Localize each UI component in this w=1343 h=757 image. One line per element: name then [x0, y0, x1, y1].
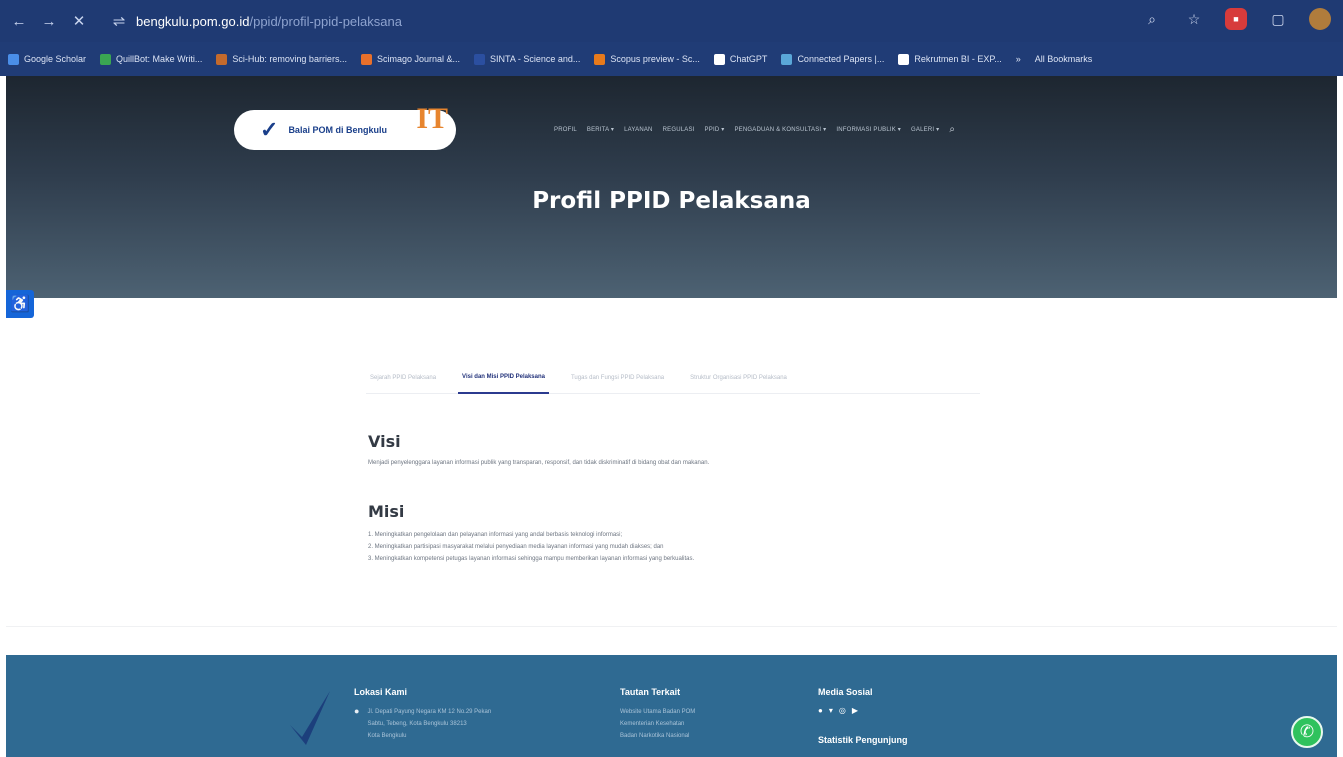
bookmark-favicon-icon: [594, 53, 606, 65]
facebook-icon[interactable]: ●: [818, 706, 823, 715]
bookmark-label: Google Scholar: [24, 54, 87, 64]
misi-title: Misi: [368, 502, 405, 521]
whatsapp-icon[interactable]: ✆: [1291, 716, 1323, 748]
footer-address-line: Sabtu, Tebeng, Kota Bengkulu 38213: [367, 721, 467, 727]
location-pin-icon: ●: [354, 706, 360, 716]
footer-location-title: Lokasi Kami: [354, 687, 408, 697]
bookmark-label: Scimago Journal &...: [376, 54, 460, 64]
profile-avatar[interactable]: [1309, 8, 1331, 30]
bookmark-item[interactable]: Connected Papers |...: [777, 53, 888, 65]
nav-item-profil[interactable]: PROFIL: [554, 127, 577, 133]
bookmark-favicon-icon: [474, 53, 485, 65]
footer-location: Lokasi Kami ● Jl. Depati Payung Negara K…: [354, 687, 491, 742]
bookmark-item[interactable]: All Bookmarks: [1031, 54, 1097, 64]
accessibility-icon[interactable]: ♿: [6, 290, 34, 318]
footer-visitor-title: Statistik Pengunjung: [818, 735, 908, 745]
bookmark-item[interactable]: Scimago Journal &...: [357, 53, 464, 65]
footer-logo-icon: [290, 691, 330, 745]
nav-item-galeri[interactable]: GALERI ▾: [911, 126, 939, 133]
site-header: ✓ Balai POM di Bengkulu IT PROFIL BERITA…: [6, 76, 1337, 298]
nav-item-informasi-publik[interactable]: INFORMASI PUBLIK ▾: [836, 126, 901, 133]
bookmark-label: Scopus preview - Sc...: [610, 54, 700, 64]
instagram-icon[interactable]: ◎: [839, 706, 846, 715]
bookmark-label: Connected Papers |...: [797, 54, 885, 64]
profile-tabs: Sejarah PPID Pelaksana Visi dan Misi PPI…: [366, 362, 980, 394]
bookmark-label: SINTA - Science and...: [490, 54, 581, 64]
logo-text: Balai POM di Bengkulu: [288, 125, 387, 135]
twitter-icon[interactable]: ▾: [829, 706, 833, 715]
footer-social: Media Sosial ● ▾ ◎ ▶ Statistik Pengunjun…: [818, 687, 908, 754]
star-icon[interactable]: ☆: [1183, 8, 1205, 30]
tab-content: Visi Menjadi penyelenggara layanan infor…: [368, 432, 988, 565]
bookmark-favicon-icon: [360, 53, 372, 65]
nav-item-layanan[interactable]: LAYANAN: [624, 127, 653, 133]
nav-item-regulasi[interactable]: REGULASI: [663, 127, 695, 133]
nav-item-berita[interactable]: BERITA ▾: [587, 126, 614, 133]
footer-link[interactable]: Kementerian Kesehatan: [620, 718, 695, 730]
bookmark-label: QuillBot: Make Writi...: [116, 54, 203, 64]
tab-sejarah[interactable]: Sejarah PPID Pelaksana: [366, 362, 440, 394]
site-settings-icon[interactable]: ⇌: [108, 10, 130, 32]
bookmark-favicon-icon: [898, 53, 910, 65]
bookmark-favicon-icon: [713, 53, 725, 65]
youtube-icon[interactable]: ▶: [852, 706, 858, 715]
main-nav: PROFIL BERITA ▾ LAYANAN REGULASI PPID ▾ …: [554, 124, 955, 135]
footer-address-line: Jl. Depati Payung Negara KM 12 No.29 Pek…: [367, 709, 492, 715]
site-logo[interactable]: ✓ Balai POM di Bengkulu IT: [234, 102, 456, 150]
url-path: /ppid/profil-ppid-pelaksana: [249, 13, 402, 29]
footer-link[interactable]: Website Utama Badan POM: [620, 706, 695, 718]
bookmark-item[interactable]: Google Scholar: [4, 53, 90, 65]
url-host: bengkulu.pom.go.id: [136, 13, 250, 29]
bookmark-item[interactable]: SINTA - Science and...: [470, 53, 584, 65]
bookmark-favicon-icon: [781, 53, 793, 65]
bookmark-item[interactable]: ChatGPT: [710, 53, 772, 65]
footer-links-title: Tautan Terkait: [620, 687, 681, 697]
bookmarks-bar: Google Scholar QuillBot: Make Writi... Sci…: [0, 42, 1343, 76]
zoom-icon[interactable]: ⌕: [1141, 8, 1163, 30]
tab-visi-misi[interactable]: Visi dan Misi PPID Pelaksana: [458, 362, 549, 394]
back-icon[interactable]: ←: [8, 10, 30, 32]
misi-list: 1. Meningkatkan pengelolaan dan pelayana…: [368, 529, 988, 565]
search-icon[interactable]: ⌕: [949, 124, 955, 135]
tab-struktur-organisasi[interactable]: Struktur Organisasi PPID Pelaksana: [686, 362, 791, 394]
browser-toolbar: ← → ✕ ⇌ bengkulu.pom.go.id /ppid/profil-…: [0, 0, 1343, 42]
divider: [6, 626, 1337, 627]
list-item: 1. Meningkatkan pengelolaan dan pelayana…: [368, 532, 623, 538]
bookmark-item[interactable]: Scopus preview - Sc...: [590, 53, 704, 65]
extensions-puzzle-icon[interactable]: ▢: [1267, 8, 1289, 30]
list-item: 2. Meningkatkan partisipasi masyarakat m…: [368, 544, 664, 550]
bookmark-favicon-icon: [8, 53, 19, 65]
logo-badge-icon: IT: [416, 102, 448, 135]
bookmark-label: All Bookmarks: [1034, 54, 1093, 64]
visi-title: Visi: [368, 432, 401, 451]
visi-text: Menjadi penyelenggara layanan informasi …: [368, 460, 710, 466]
bookmark-label: Rekrutmen BI - EXP...: [914, 54, 1002, 64]
bookmark-item[interactable]: »: [1012, 54, 1025, 64]
site-footer: Lokasi Kami ● Jl. Depati Payung Negara K…: [6, 655, 1337, 757]
bookmark-label: Sci-Hub: removing barriers...: [232, 54, 347, 64]
bookmark-item[interactable]: Rekrutmen BI - EXP...: [894, 53, 1005, 65]
nav-item-pengaduan[interactable]: PENGADUAN & KONSULTASI ▾: [734, 126, 826, 133]
address-bar[interactable]: ⇌ bengkulu.pom.go.id /ppid/profil-ppid-p…: [108, 8, 402, 34]
tab-tugas-fungsi[interactable]: Tugas dan Fungsi PPID Pelaksana: [567, 362, 668, 394]
bookmark-label: ChatGPT: [729, 54, 768, 64]
footer-links: Tautan Terkait Website Utama Badan POM K…: [620, 687, 695, 742]
bookmark-favicon-icon: [216, 53, 228, 65]
close-icon[interactable]: ✕: [68, 10, 90, 32]
bookmark-item[interactable]: Sci-Hub: removing barriers...: [212, 53, 351, 65]
footer-link[interactable]: Badan Narkotika Nasional: [620, 730, 695, 742]
bookmark-favicon-icon: [100, 53, 112, 65]
page-title: Profil PPID Pelaksana: [532, 188, 811, 214]
footer-social-title: Media Sosial: [818, 687, 873, 697]
footer-address-line: Kota Bengkulu: [367, 733, 407, 739]
bookmark-label: »: [1015, 54, 1021, 64]
forward-icon[interactable]: →: [38, 10, 60, 32]
logo-check-icon: ✓: [260, 117, 279, 142]
nav-item-ppid[interactable]: PPID ▾: [705, 126, 725, 133]
extension-icon[interactable]: ■: [1225, 8, 1247, 30]
list-item: 3. Meningkatkan kompetensi petugas layan…: [368, 556, 695, 562]
bookmark-item[interactable]: QuillBot: Make Writi...: [96, 53, 206, 65]
